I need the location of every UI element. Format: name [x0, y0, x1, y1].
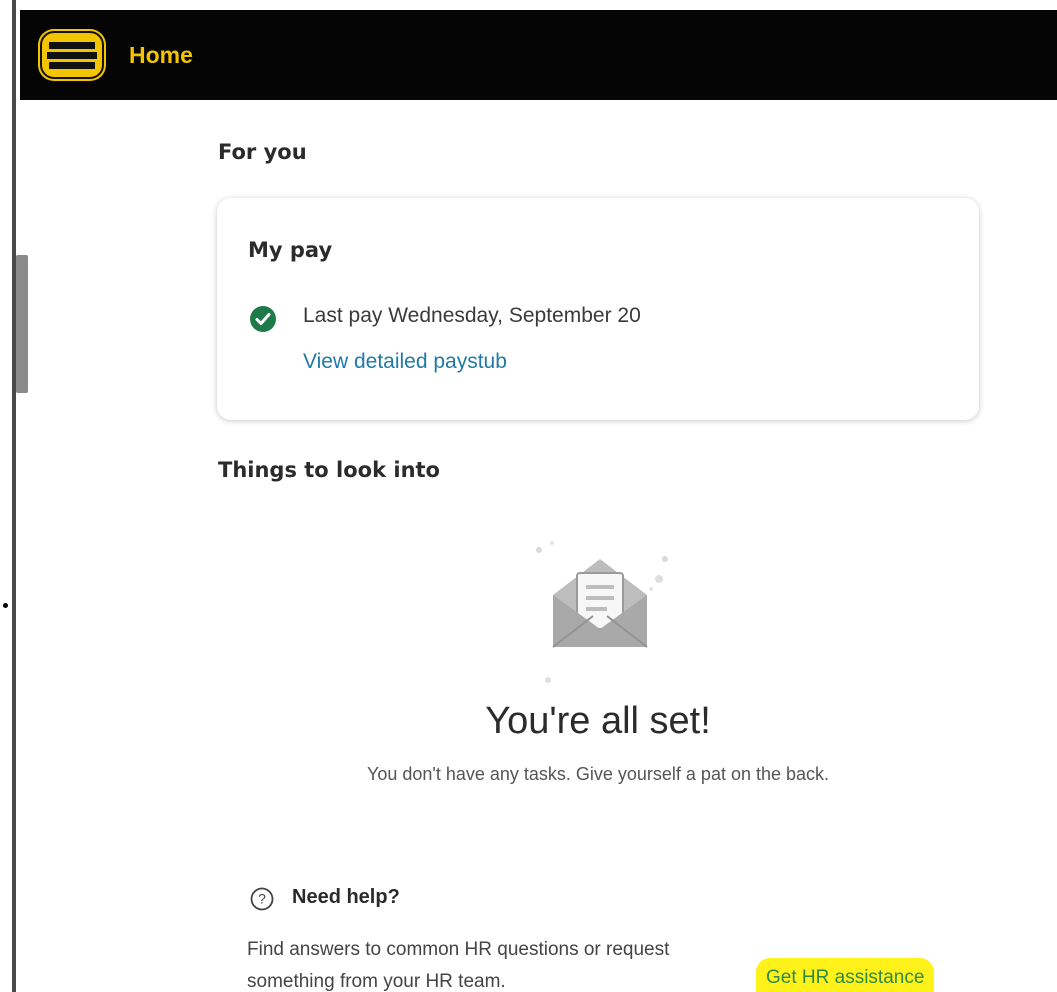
left-rail: [0, 0, 16, 992]
need-help-title: Need help?: [292, 886, 400, 908]
for-you-title: For you: [218, 140, 307, 164]
envelope-icon: [536, 541, 668, 683]
top-strip: [0, 0, 1057, 10]
things-to-look-into-title: Things to look into: [218, 458, 440, 482]
rail-dot: [3, 603, 8, 608]
empty-state-title: You're all set!: [485, 700, 711, 742]
columbus-equipment-company-logo-icon[interactable]: [37, 28, 107, 82]
page-title: Home: [129, 41, 193, 68]
help-description: Find answers to common HR questions or r…: [247, 939, 670, 992]
app-frame: Home For you My pay Last pay Wednesday, …: [0, 0, 1057, 992]
top-header: Home: [20, 10, 1057, 100]
scrollbar-thumb[interactable]: [16, 255, 28, 393]
svg-text:?: ?: [258, 891, 266, 907]
my-pay-title: My pay: [248, 238, 333, 262]
check-circle-icon: [250, 306, 276, 332]
my-pay-card: My pay Last pay Wednesday, September 20 …: [217, 198, 979, 420]
empty-state-message: You don't have any tasks. Give yourself …: [366, 764, 830, 784]
question-circle-icon: ?: [250, 887, 274, 911]
last-pay-date: Last pay Wednesday, September 20: [303, 304, 641, 327]
get-hr-assistance-link[interactable]: Get HR assistance: [756, 958, 935, 992]
view-paystub-link[interactable]: View detailed paystub: [303, 350, 507, 374]
